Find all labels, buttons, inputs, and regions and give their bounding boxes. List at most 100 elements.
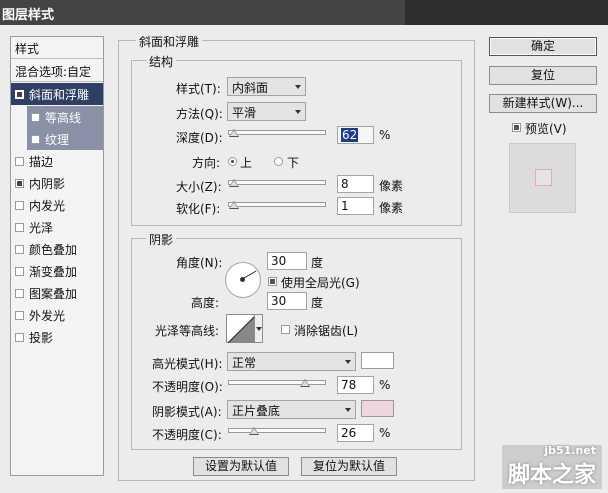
shadow-opacity-slider[interactable] (228, 428, 326, 433)
style-item-label: 光泽 (29, 220, 54, 235)
angle-dial-needle (243, 270, 257, 279)
highlight-mode-value: 正常 (232, 356, 257, 370)
drop-shadow-checkbox[interactable] (15, 332, 24, 342)
reset-button[interactable]: 复位 (489, 66, 597, 85)
style-item-satin[interactable]: 光泽 (11, 216, 103, 238)
size-slider-thumb[interactable] (229, 179, 239, 187)
bevel-style-select[interactable]: 内斜面 (227, 77, 306, 96)
new-style-button[interactable]: 新建样式(W)... (489, 94, 597, 113)
style-item-pattern-overlay[interactable]: 图案叠加 (11, 282, 103, 304)
highlight-color-swatch[interactable] (361, 352, 394, 369)
style-item-stroke[interactable]: 描边 (11, 150, 103, 172)
shadow-mode-value: 正片叠底 (232, 404, 281, 418)
style-item-gradient-overlay[interactable]: 渐变叠加 (11, 260, 103, 282)
angle-dial[interactable] (225, 262, 261, 298)
gloss-contour-picker[interactable] (226, 314, 263, 343)
soften-label: 软化(F): (176, 202, 221, 216)
depth-unit: % (379, 128, 391, 142)
highlight-opacity-unit: % (379, 378, 391, 392)
technique-select[interactable]: 平滑 (227, 102, 306, 121)
angle-input[interactable]: 30 (267, 252, 307, 270)
texture-checkbox[interactable] (31, 134, 40, 144)
size-input[interactable]: 8 (337, 175, 374, 193)
style-item-color-overlay[interactable]: 颜色叠加 (11, 238, 103, 260)
contour-checkbox[interactable] (31, 112, 40, 122)
chevron-down-icon (345, 360, 351, 364)
window-title: 图层样式 (2, 8, 55, 23)
soften-input[interactable]: 1 (337, 197, 374, 215)
pattern-overlay-checkbox[interactable] (15, 288, 24, 298)
global-light-label: 使用全局光(G) (281, 276, 360, 290)
size-unit: 像素 (379, 179, 404, 193)
shadow-mode-label: 阴影模式(A): (152, 405, 222, 419)
depth-slider[interactable] (228, 130, 326, 135)
antialias-checkbox[interactable] (281, 325, 290, 334)
style-item-inner-shadow[interactable]: 内阴影 (11, 172, 103, 194)
depth-value: 62 (341, 128, 359, 142)
highlight-opacity-slider[interactable] (228, 380, 326, 385)
outer-glow-checkbox[interactable] (15, 310, 24, 320)
shadow-mode-select[interactable]: 正片叠底 (227, 400, 356, 419)
bevel-emboss-checkbox[interactable] (15, 89, 24, 99)
shadow-opacity-slider-thumb[interactable] (249, 427, 259, 435)
style-label: 样式(T): (176, 82, 221, 96)
contour-curve-icon (228, 316, 255, 343)
chevron-down-icon[interactable] (254, 315, 262, 342)
altitude-label: 高度: (191, 296, 220, 310)
gloss-contour-label: 光泽等高线: (155, 324, 220, 338)
inner-shadow-checkbox[interactable] (15, 178, 24, 188)
chevron-down-icon (345, 408, 351, 412)
soften-slider[interactable] (228, 202, 326, 207)
preview-label: 预览(V) (525, 122, 567, 136)
style-item-texture[interactable]: 纹理 (27, 128, 103, 150)
style-item-inner-glow[interactable]: 内发光 (11, 194, 103, 216)
global-light-checkbox[interactable] (268, 277, 277, 286)
stroke-checkbox[interactable] (15, 156, 24, 166)
preview-swatch (535, 169, 552, 186)
title-bar: 图层样式 (0, 0, 608, 25)
inner-glow-checkbox[interactable] (15, 200, 24, 210)
highlight-mode-select[interactable]: 正常 (227, 352, 356, 371)
direction-up-radio[interactable] (228, 157, 237, 166)
direction-label: 方向: (192, 156, 221, 170)
gradient-overlay-checkbox[interactable] (15, 266, 24, 276)
highlight-opacity-input[interactable]: 78 (337, 376, 374, 394)
technique-label: 方法(Q): (176, 107, 223, 121)
style-item-outer-glow[interactable]: 外发光 (11, 304, 103, 326)
style-item-drop-shadow[interactable]: 投影 (11, 326, 103, 348)
watermark-text: 脚本之家 (507, 463, 596, 488)
soften-slider-thumb[interactable] (229, 201, 239, 209)
highlight-mode-label: 高光模式(H): (152, 357, 223, 371)
style-item-label: 内阴影 (29, 176, 66, 191)
style-item-contour[interactable]: 等高线 (27, 106, 103, 128)
reset-default-button[interactable]: 复位为默认值 (301, 457, 397, 476)
style-item-label: 渐变叠加 (29, 264, 78, 279)
style-item-label: 内发光 (29, 198, 66, 213)
soften-unit: 像素 (379, 201, 404, 215)
altitude-input[interactable]: 30 (267, 292, 307, 310)
shadow-color-swatch[interactable] (361, 400, 394, 417)
watermark: jb51.net 脚本之家 (501, 445, 602, 489)
chevron-down-icon (295, 85, 301, 89)
bevel-emboss-title: 斜面和浮雕 (136, 33, 203, 50)
technique-value: 平滑 (232, 106, 257, 120)
shadow-opacity-unit: % (379, 426, 391, 440)
direction-up-label: 上 (240, 156, 253, 170)
depth-slider-thumb[interactable] (229, 129, 239, 137)
color-overlay-checkbox[interactable] (15, 244, 24, 254)
blending-options-item[interactable]: 混合选项:自定 (11, 60, 103, 82)
satin-checkbox[interactable] (15, 222, 24, 232)
highlight-opacity-slider-thumb[interactable] (300, 379, 310, 387)
shadow-opacity-label: 不透明度(C): (152, 428, 222, 442)
make-default-button[interactable]: 设置为默认值 (193, 457, 289, 476)
chevron-down-icon (295, 110, 301, 114)
preview-checkbox[interactable] (512, 123, 521, 132)
ok-button[interactable]: 确定 (489, 37, 597, 56)
shadow-opacity-input[interactable]: 26 (337, 424, 374, 442)
size-slider[interactable] (228, 180, 326, 185)
bevel-style-value: 内斜面 (232, 81, 269, 95)
style-item-bevel-emboss[interactable]: 斜面和浮雕 (11, 83, 103, 105)
styles-header[interactable]: 样式 (11, 37, 103, 59)
direction-down-radio[interactable] (274, 157, 283, 166)
depth-input[interactable]: 62 (337, 126, 374, 144)
